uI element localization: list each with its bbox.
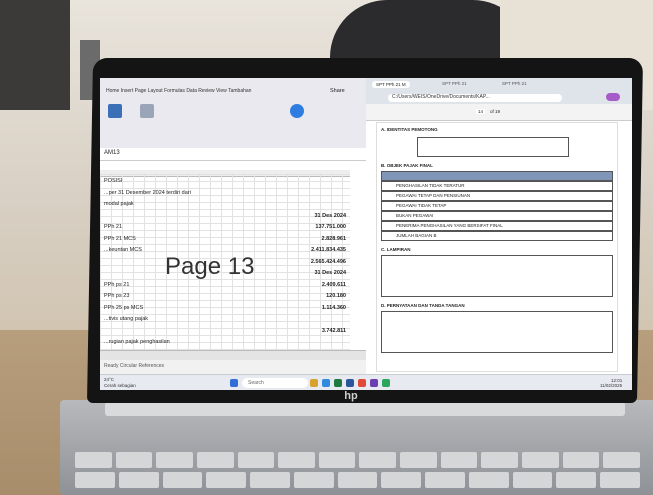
- row-label: POSISI: [104, 178, 123, 184]
- chrome-icon[interactable]: [358, 379, 366, 387]
- excel-ribbon: Home Insert Page Layout Formulas Data Re…: [100, 78, 366, 149]
- status-bar: Ready Circular References: [100, 360, 366, 374]
- formula-bar[interactable]: [100, 148, 366, 161]
- sensitivity-icon[interactable]: [290, 104, 304, 118]
- clock-date: 11/02/2025: [600, 383, 623, 388]
- pdf-toolbar: 14 of 19: [366, 104, 632, 121]
- row-label: ...rugian pajak penghasilan: [104, 339, 170, 345]
- keyboard-row: [75, 452, 640, 468]
- row-label: modal pajak: [104, 201, 134, 207]
- signature-box: [381, 311, 613, 353]
- row-value: 137.751.000: [315, 224, 346, 230]
- table-header: [381, 171, 613, 181]
- status-text: Ready Circular References: [104, 363, 165, 369]
- page-total: of 19: [490, 109, 501, 114]
- file-explorer-icon[interactable]: [310, 379, 318, 387]
- row-label: ...keuntan MCS: [104, 247, 142, 253]
- share-button[interactable]: Share: [330, 88, 345, 94]
- row-label: ...per 31 Desember 2024 terdiri dari: [104, 189, 191, 196]
- row-value: 2.409.611: [321, 281, 346, 288]
- brand-logo: hp: [344, 390, 358, 402]
- word-icon[interactable]: [346, 379, 354, 387]
- row-label: PPh 21 MCS: [104, 235, 136, 242]
- edge-icon[interactable]: [322, 379, 330, 387]
- identity-box: [417, 137, 569, 157]
- address-bar[interactable]: C:/Users/WEIS/OneDrive/Documents/KAP...: [388, 94, 562, 102]
- section-c: C. LAMPIRAN: [381, 247, 411, 252]
- taskbar-search[interactable]: Search: [242, 378, 308, 388]
- browser-tab[interactable]: SPT PPh 21 M: [372, 81, 410, 88]
- row-value: 31 Des 2024: [314, 270, 347, 276]
- pdf-browser-window: SPT PPh 21 M SPT PPh 21 SPT PPh 21 C:/Us…: [366, 78, 632, 374]
- row-value: 120.180: [326, 293, 346, 299]
- row-value: 2.411.834.435: [311, 247, 346, 253]
- attachment-box: [381, 255, 613, 297]
- paste-icon[interactable]: [108, 104, 122, 118]
- excel-window: Home Insert Page Layout Formulas Data Re…: [100, 78, 367, 374]
- app-icon[interactable]: [370, 379, 378, 387]
- laptop-hinge: [105, 402, 625, 416]
- table-row: PEGAWAI TIDAK TETAP: [381, 201, 613, 211]
- row-label: PPh ps 21: [104, 281, 130, 288]
- shelf: [0, 0, 70, 110]
- table-row: BUKAN PEGAWAI: [381, 211, 613, 221]
- table-row: PENERIMA PENGHASILAN YANG BERSIFAT FINAL: [381, 221, 613, 231]
- row-label: PPh 21: [104, 224, 123, 230]
- app-icon[interactable]: [382, 379, 390, 387]
- row-value: 2.565.424.496: [310, 258, 346, 265]
- browser-tab[interactable]: SPT PPh 21: [442, 81, 467, 86]
- row-value: 31 Des 2024: [314, 212, 347, 219]
- start-icon[interactable]: [230, 379, 238, 387]
- excel-icon[interactable]: [334, 379, 342, 387]
- pdf-page: A. IDENTITAS PEMOTONG B. OBJEK PAJAK FIN…: [376, 122, 618, 372]
- row-label: ...tivis utang pajak: [104, 316, 149, 322]
- page-break-watermark: Page 13: [165, 253, 255, 280]
- font-icon[interactable]: [140, 104, 154, 118]
- section-a: A. IDENTITAS PEMOTONG: [381, 127, 438, 132]
- system-clock[interactable]: 12:01 11/02/2025: [600, 378, 622, 388]
- section-b: B. OBJEK PAJAK FINAL: [381, 163, 433, 168]
- table-row: PEGAWAI TETAP DAN PENSIUNAN: [381, 191, 613, 201]
- weather-widget[interactable]: 24°C Cerah sebagian: [104, 377, 136, 389]
- profile-icon[interactable]: [606, 93, 620, 101]
- row-value: 1.114.360: [321, 304, 346, 311]
- row-label: PPh ps 23: [104, 293, 130, 299]
- windows-taskbar: 24°C Cerah sebagian Search 12:01 11/02/2…: [100, 374, 632, 390]
- ribbon-tabs[interactable]: Home Insert Page Layout Formulas Data Re…: [106, 88, 251, 94]
- row-value: 2.828.961: [321, 235, 346, 242]
- keyboard-row: [75, 472, 640, 488]
- browser-tabbar: SPT PPh 21 M SPT PPh 21 SPT PPh 21 C:/Us…: [366, 78, 632, 104]
- name-box[interactable]: AM13: [104, 150, 120, 156]
- section-d: D. PERNYATAAN DAN TANDA TANGAN: [381, 303, 465, 308]
- laptop-screen: Home Insert Page Layout Formulas Data Re…: [100, 78, 632, 390]
- table-row: PENGHASILAN TIDAK TERATUR: [381, 181, 613, 191]
- table-row: JUMLAH BAGIAN B: [381, 231, 613, 241]
- weather-desc: Cerah sebagian: [104, 383, 136, 388]
- row-label: PPh 25 ps MCS: [104, 304, 144, 311]
- row-value: 3.742.811: [321, 327, 346, 334]
- page-number-input[interactable]: 14: [476, 109, 486, 114]
- browser-tab[interactable]: SPT PPh 21: [502, 81, 527, 86]
